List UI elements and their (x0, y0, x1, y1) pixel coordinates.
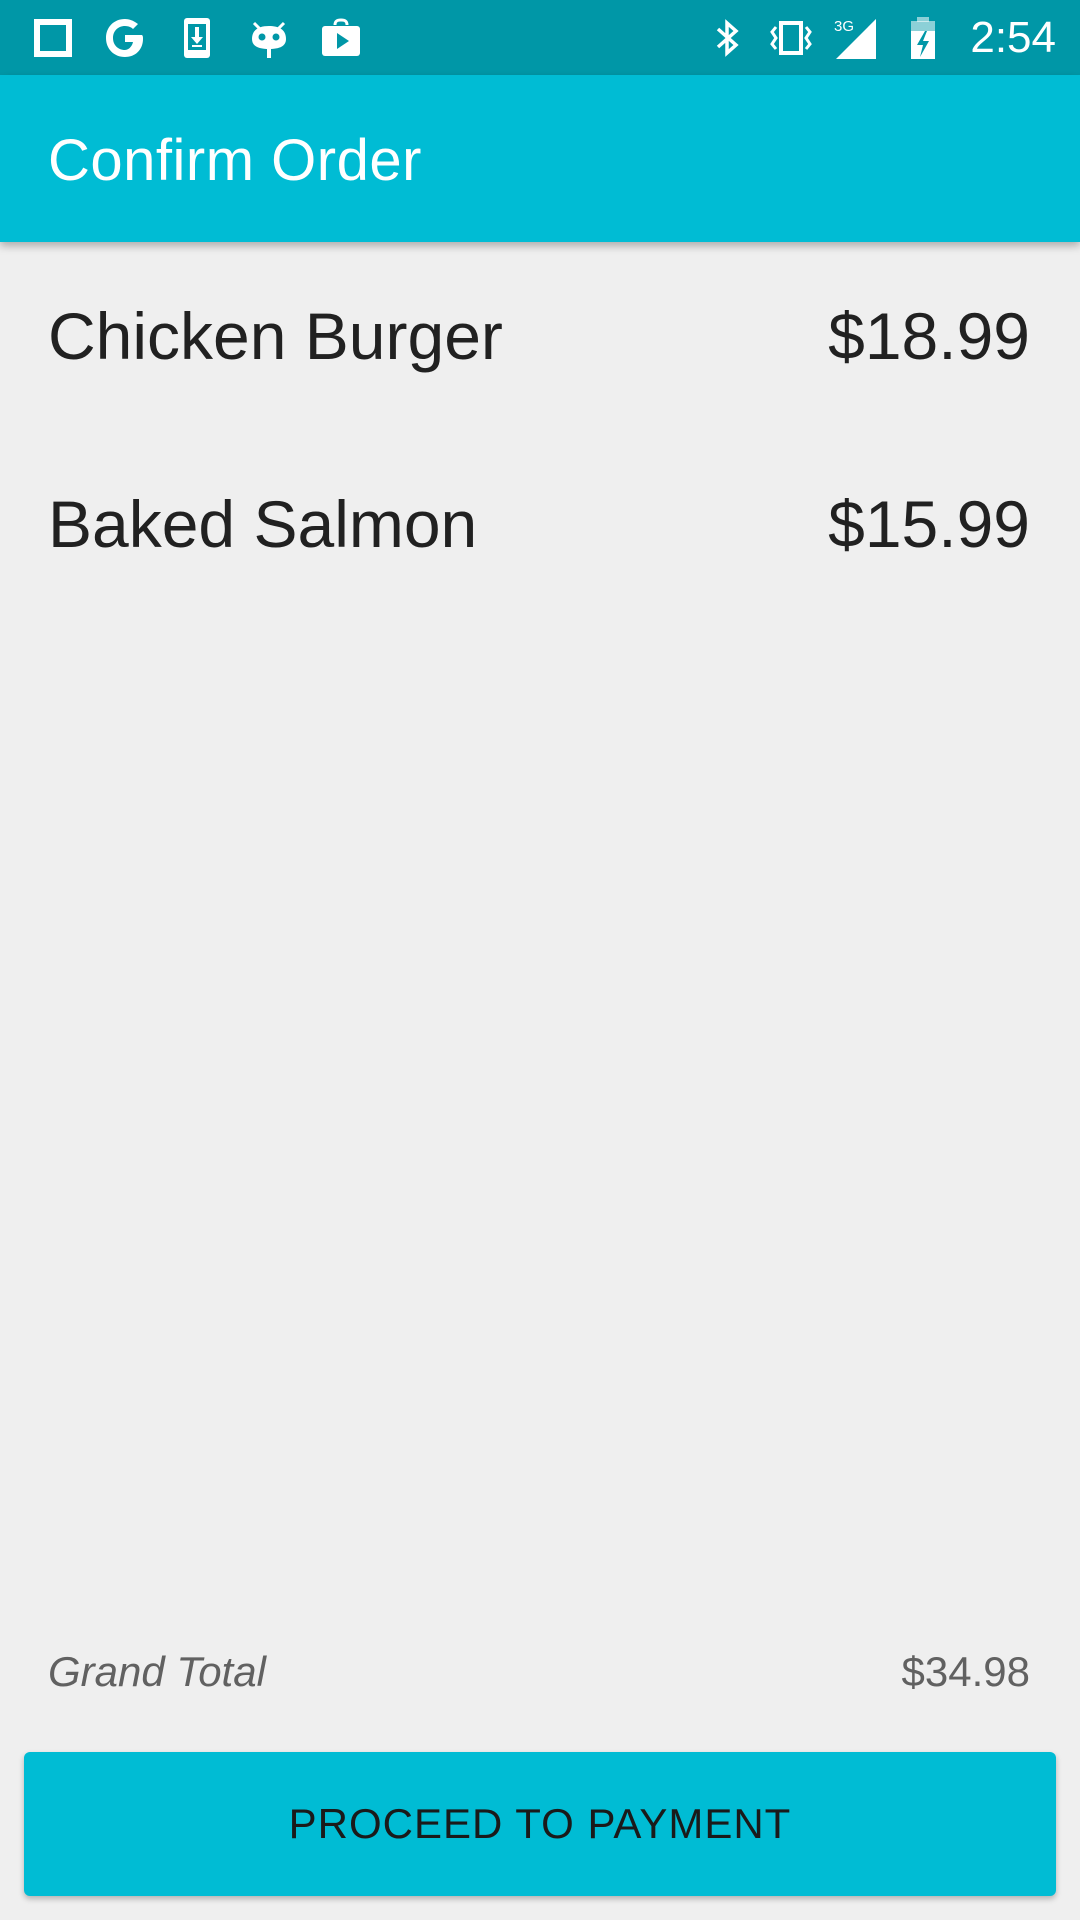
list-item[interactable]: Baked Salmon $15.99 (0, 430, 1080, 618)
item-name: Baked Salmon (48, 487, 478, 561)
order-item-list: Chicken Burger $18.99 Baked Salmon $15.9… (0, 242, 1080, 618)
grand-total-label: Grand Total (48, 1648, 266, 1695)
item-name: Chicken Burger (48, 299, 503, 373)
google-icon (106, 18, 143, 57)
grand-total-row: Grand Total $34.98 (0, 1648, 1080, 1708)
status-time: 2:54 (970, 12, 1056, 62)
bluetooth-icon (717, 18, 739, 57)
network-type-label: 3G (834, 18, 854, 35)
item-price: $15.99 (828, 487, 1030, 561)
status-bar-notifications (30, 0, 364, 75)
play-store-icon (322, 17, 360, 56)
item-price: $18.99 (828, 299, 1030, 373)
app-bar: Confirm Order (0, 75, 1080, 242)
signal-icon: 3G (834, 18, 877, 59)
page-title: Confirm Order (48, 128, 422, 193)
grand-total-value: $34.98 (901, 1648, 1030, 1695)
status-bar: 3G 2:54 (0, 0, 1080, 75)
confirm-order-screen: 3G 2:54 Confirm Order Chicken Burger $18… (0, 0, 1080, 1920)
list-item[interactable]: Chicken Burger $18.99 (0, 242, 1080, 430)
download-icon (184, 17, 210, 58)
square-notification-icon (34, 18, 72, 57)
status-bar-system: 3G 2:54 (704, 0, 1056, 75)
battery-charging-icon (911, 16, 936, 59)
android-icon (252, 21, 286, 58)
vibrate-icon (770, 20, 813, 55)
proceed-to-payment-button[interactable]: PROCEED TO PAYMENT (24, 1752, 1056, 1896)
